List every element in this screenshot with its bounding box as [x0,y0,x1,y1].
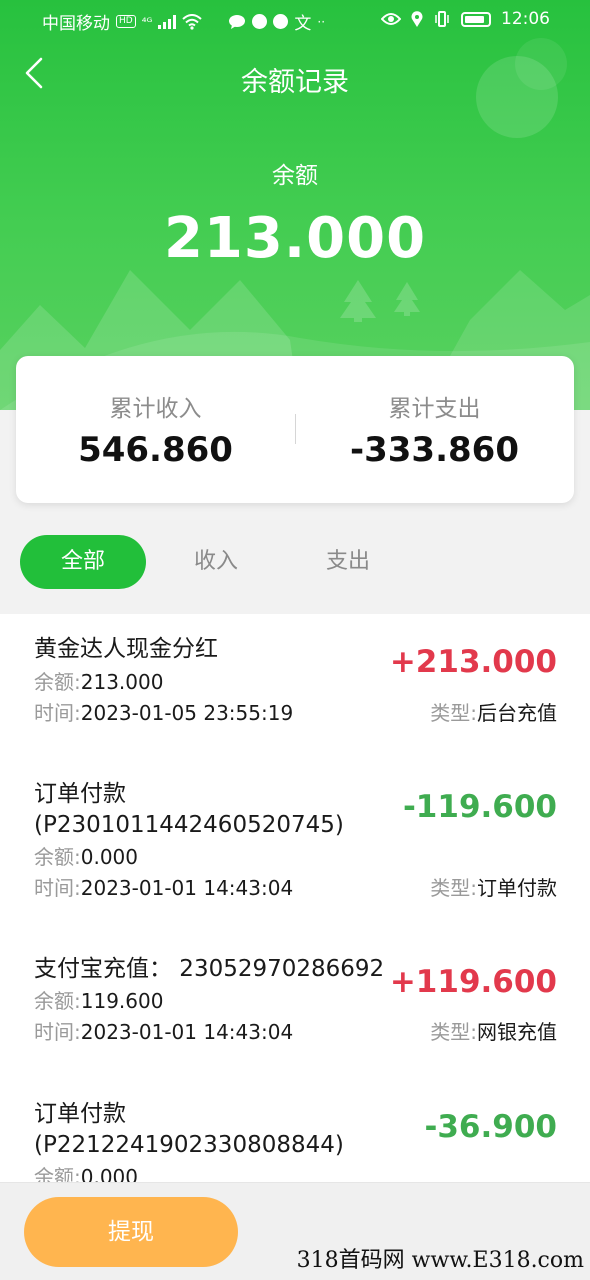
expense-label: 累计支出 [388,396,481,422]
record-balance: 余额:119.600 [34,987,163,1015]
balance-value: 213.000 [163,206,427,271]
battery-icon [461,11,491,27]
record-amount: -119.600 [402,789,557,825]
record-type-key: 类型: [430,701,477,725]
record-order-id: (P2301011442460520745) [34,812,344,838]
record-balance-value: 213.000 [80,670,164,694]
list-item[interactable]: 黄金达人现金分红 余额:213.000 时间:2023-01-05 23:55:… [0,614,590,754]
location-icon [411,11,423,27]
record-time-key: 时间: [34,1020,81,1044]
eye-icon [381,13,401,25]
record-time: 时间:2023-01-01 14:43:04 [34,1018,293,1046]
record-title: 订单付款 [34,1101,126,1127]
record-type-key: 类型: [430,1020,477,1044]
tab-expense[interactable]: 支出 [285,535,411,589]
message-icon [229,14,246,29]
record-balance-value: 0.000 [80,1165,139,1182]
record-balance: 余额:0.000 [34,843,138,871]
record-balance-value: 0.000 [80,845,139,869]
record-time: 时间:2023-01-05 23:55:19 [34,699,293,727]
expense-summary: 累计支出 -333.860 [295,356,574,503]
record-title: 支付宝充值： 23052970286692 [34,956,385,982]
tab-income[interactable]: 收入 [153,535,279,589]
record-balance-key: 余额: [34,989,81,1013]
income-label: 累计收入 [109,396,202,422]
header-banner: 中国移动 HD ⁴ᴳ 文 ·· 12:06 余额记录 余额 213.000 [0,0,590,410]
network-type-label: ⁴ᴳ [141,14,153,29]
hd-badge: HD [116,15,136,28]
wifi-icon [182,13,203,30]
record-time: 时间:2023-01-01 14:43:04 [34,874,293,902]
list-item[interactable]: 订单付款 (P2212241902330808844) 余额:0.000 -36… [0,1079,590,1182]
record-balance-key: 余额: [34,845,81,869]
record-time-value: 2023-01-01 14:43:04 [80,876,294,900]
record-type: 类型:订单付款 [430,874,557,902]
more-dots-icon: ·· [317,14,326,29]
clock-time: 12:06 [501,9,550,29]
income-value: 546.860 [78,430,233,470]
record-title: 黄金达人现金分红 [34,636,218,662]
withdraw-button[interactable]: 提现 [24,1197,238,1267]
record-balance-key: 余额: [34,670,81,694]
income-summary: 累计收入 546.860 [16,356,295,503]
record-type-value: 订单付款 [477,876,557,900]
record-type: 类型:网银充值 [430,1018,557,1046]
status-right: 12:06 [381,9,550,29]
text-app-icon: 文 [294,14,312,34]
status-bar: 中国移动 HD ⁴ᴳ 文 ·· 12:06 [0,0,590,40]
signal-icon [158,14,177,29]
record-time-value: 2023-01-05 23:55:19 [80,701,294,725]
record-time-key: 时间: [34,701,81,725]
list-item[interactable]: 订单付款 (P2301011442460520745) 余额:0.000 时间:… [0,759,590,929]
record-list[interactable]: 黄金达人现金分红 余额:213.000 时间:2023-01-05 23:55:… [0,614,590,1182]
browser-app-icon [273,14,289,29]
record-balance-value: 119.600 [80,989,164,1013]
page-title: 余额记录 [241,67,349,98]
summary-card: 累计收入 546.860 累计支出 -333.860 [16,356,574,503]
record-balance: 余额:213.000 [34,668,163,696]
list-item[interactable]: 支付宝充值： 23052970286692 余额:119.600 时间:2023… [0,934,590,1074]
record-amount: +213.000 [389,644,557,680]
record-type-value: 后台充值 [477,701,557,725]
record-time-key: 时间: [34,876,81,900]
record-title: 订单付款 [34,781,126,807]
balance-label: 余额 [272,163,318,189]
vibrate-icon [435,11,449,27]
record-amount: -36.900 [424,1109,558,1145]
status-left: 中国移动 HD ⁴ᴳ 文 ·· [42,9,325,34]
record-type-value: 网银充值 [477,1020,557,1044]
tab-all[interactable]: 全部 [20,535,146,589]
expense-value: -333.860 [350,430,519,470]
record-time-value: 2023-01-01 14:43:04 [80,1020,294,1044]
record-balance: 余额:0.000 [34,1163,138,1182]
record-type: 类型:后台充值 [430,699,557,727]
record-order-id: (P2212241902330808844) [34,1132,344,1158]
carrier-label: 中国移动 [42,14,110,34]
record-type-key: 类型: [430,876,477,900]
record-amount: +119.600 [389,964,557,1000]
music-app-icon [252,14,268,29]
watermark-text: 318首码网 www.E318.com [296,1248,584,1273]
record-balance-key: 余额: [34,1165,81,1182]
